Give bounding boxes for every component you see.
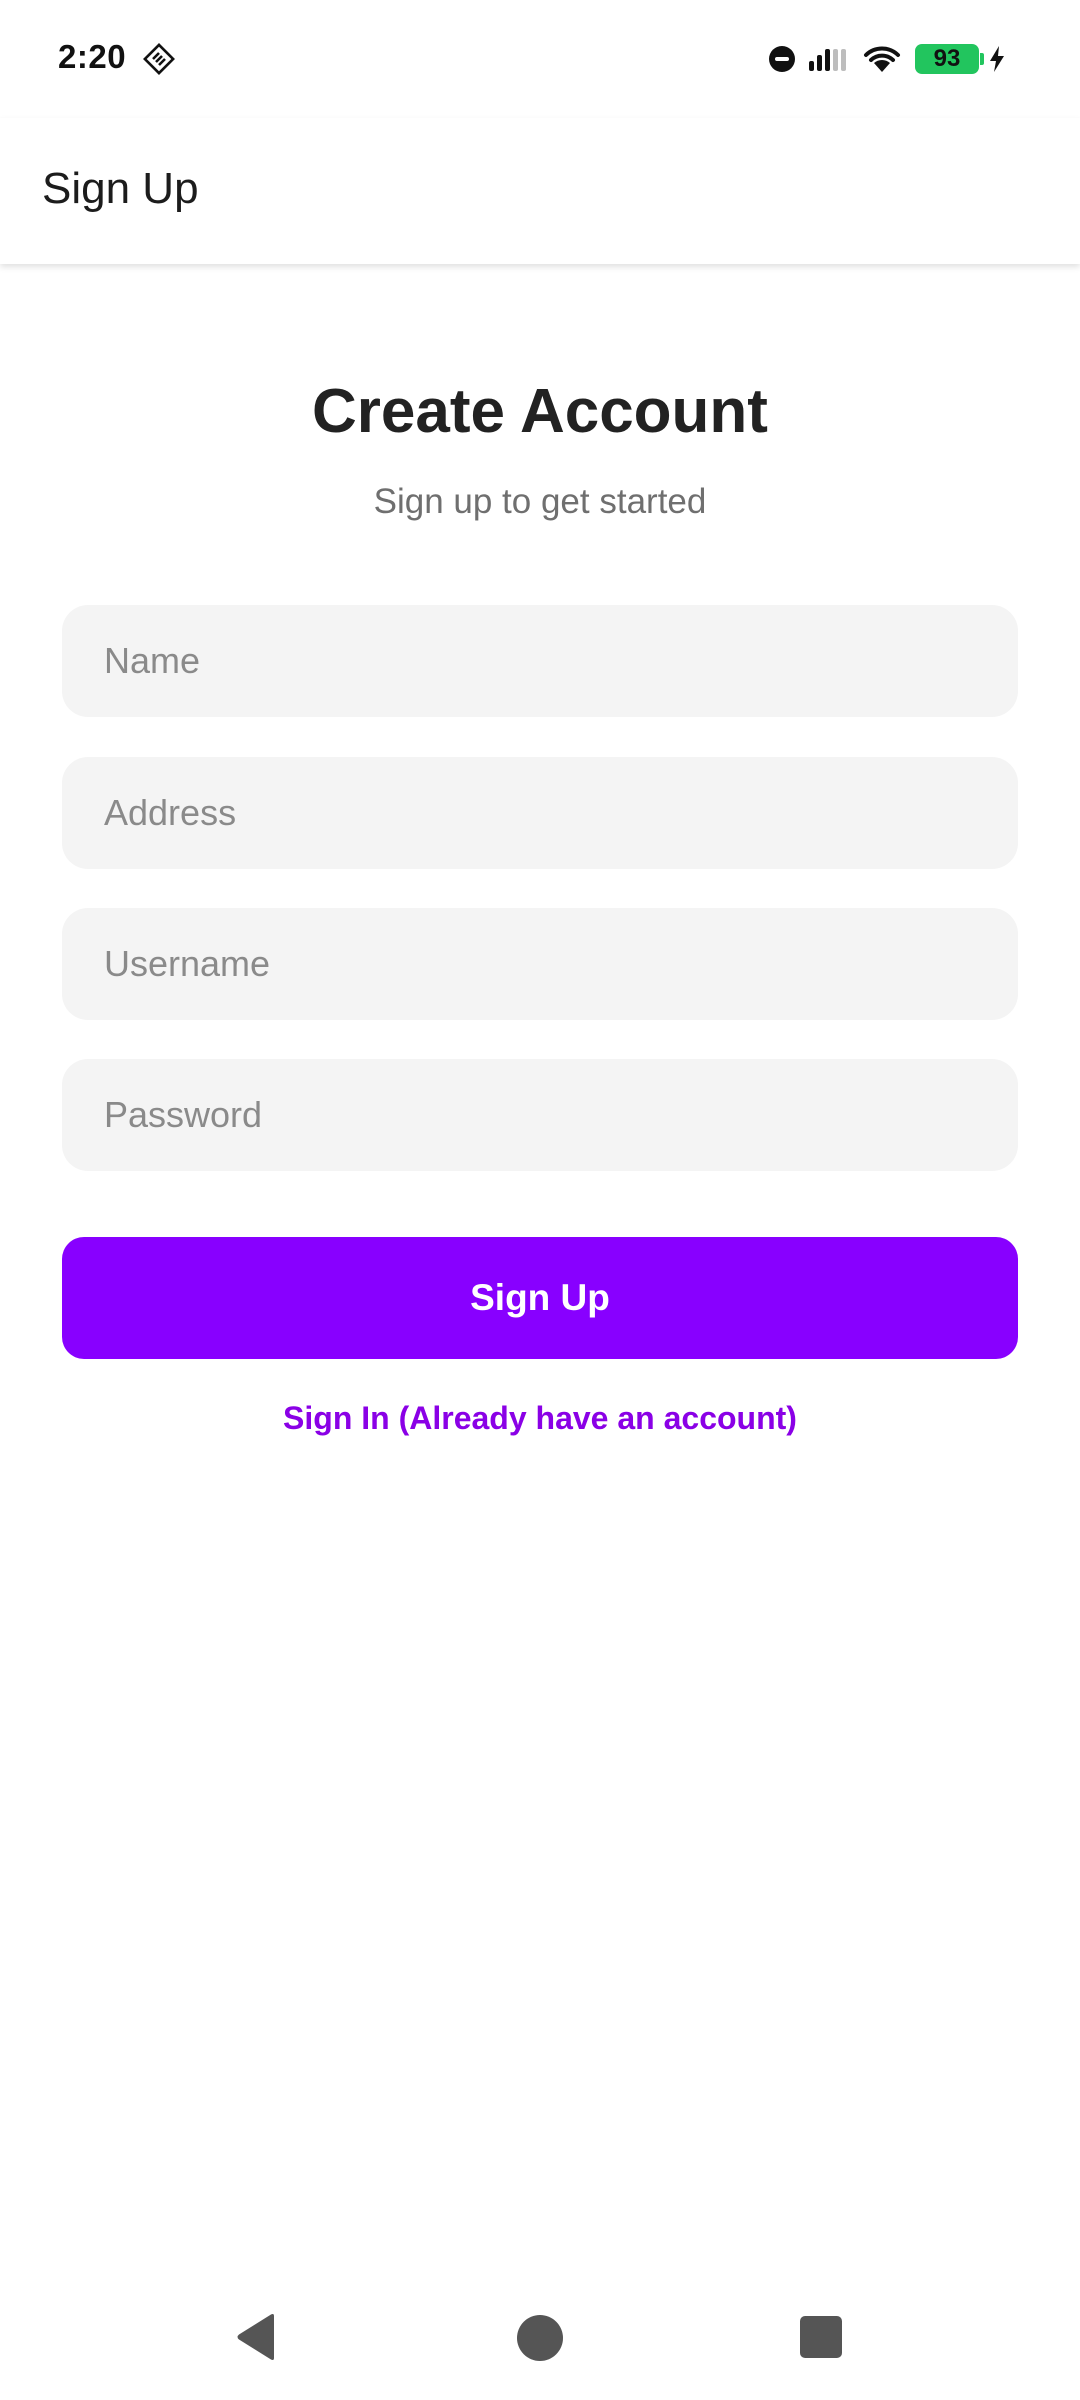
username-field-container [62, 908, 1018, 1020]
battery-level: 93 [915, 44, 979, 74]
username-field[interactable] [62, 908, 1018, 1020]
system-nav-bar [0, 2280, 1080, 2400]
name-field[interactable] [62, 605, 1018, 717]
address-field[interactable] [62, 757, 1018, 869]
password-field[interactable] [62, 1059, 1018, 1171]
recents-icon[interactable] [800, 2316, 842, 2358]
name-field-container [62, 605, 1018, 717]
do-not-disturb-icon [769, 46, 795, 72]
address-field-container [62, 757, 1018, 869]
sign-up-screen: 2:20 93 Sign Up Create Account Sign up t… [0, 0, 1080, 2400]
password-field-container [62, 1059, 1018, 1171]
signal-icon [809, 49, 846, 71]
status-time: 2:20 [58, 38, 127, 75]
page-subheading: Sign up to get started [373, 482, 707, 521]
battery-icon: 93 [915, 44, 984, 74]
sign-in-link[interactable]: Sign In (Already have an account) [0, 1400, 1080, 1437]
status-bar: 2:20 93 [0, 0, 1080, 118]
app-bar: Sign Up [0, 118, 1080, 264]
ruler-diamond-icon [143, 43, 175, 75]
charging-bolt-icon [990, 46, 1004, 72]
battery-cap [980, 53, 984, 65]
wifi-icon [864, 46, 900, 72]
page-heading: Create Account [312, 377, 768, 446]
app-bar-title: Sign Up [42, 164, 199, 213]
back-icon[interactable] [234, 2312, 278, 2362]
sign-up-button[interactable]: Sign Up [62, 1237, 1018, 1359]
status-icons: 93 [769, 40, 1006, 78]
home-icon[interactable] [517, 2315, 563, 2361]
